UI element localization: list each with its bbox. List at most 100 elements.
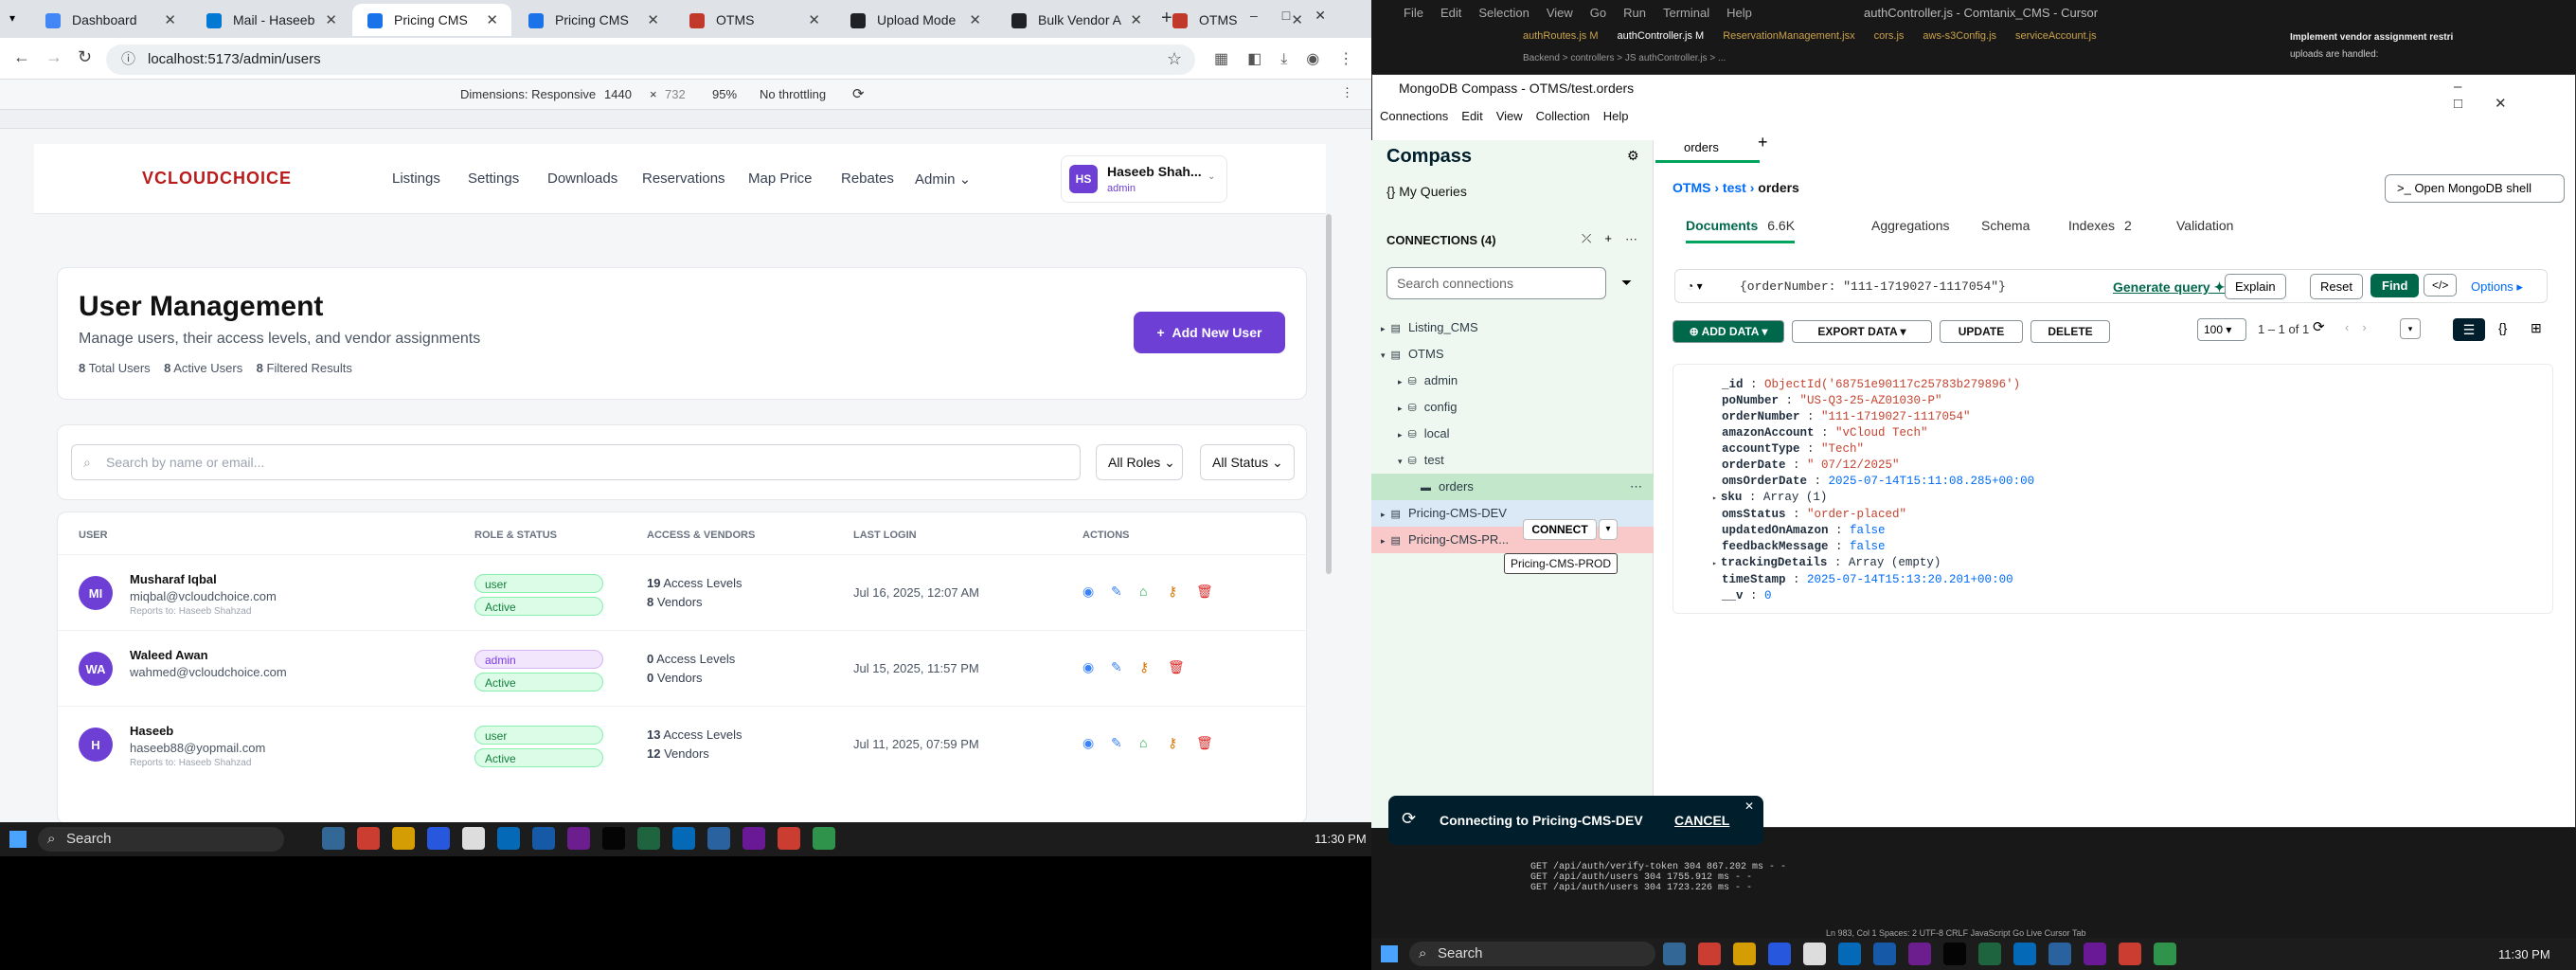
more-icon[interactable]: ⋯: [1630, 474, 1642, 500]
tab-close-icon[interactable]: ✕: [164, 11, 176, 28]
expand-caret-icon[interactable]: ▾: [1398, 457, 1403, 466]
taskbar-app-icon[interactable]: [322, 827, 345, 850]
tab-close-icon[interactable]: ✕: [325, 11, 337, 28]
page-scrollbar[interactable]: [1326, 214, 1332, 574]
browser-tab[interactable]: Upload Mode ✕: [835, 4, 994, 36]
document-field[interactable]: feedbackMessage : false: [1722, 539, 2034, 555]
open-shell-button[interactable]: >_ Open MongoDB shell: [2385, 174, 2565, 203]
document-field[interactable]: updatedOnAmazon : false: [1722, 523, 2034, 539]
table-view-icon[interactable]: ⊞: [2531, 320, 2542, 336]
options-toggle[interactable]: Options ▸: [2471, 279, 2523, 295]
subtab-indexes[interactable]: Indexes 2: [2068, 218, 2132, 241]
taskbar-app-icon[interactable]: [813, 827, 835, 850]
find-button[interactable]: Find: [2370, 274, 2420, 297]
taskbar-app-icon[interactable]: [2084, 943, 2106, 965]
browser-tab[interactable]: OTMS ✕: [1157, 4, 1316, 36]
query-input[interactable]: {orderNumber: "111-1719027-1117054"}: [1740, 279, 2006, 294]
compass-menu-item[interactable]: View: [1496, 109, 1523, 123]
taskbar-app-icon[interactable]: [742, 827, 765, 850]
table-row[interactable]: WA Waleed Awan wahmed@vcloudchoice.com admi…: [58, 630, 1308, 706]
user-menu[interactable]: HS Haseeb Shah... admin ⌄: [1061, 155, 1227, 203]
taskbar-app-icon[interactable]: [427, 827, 450, 850]
role-filter-select[interactable]: All Roles ⌄: [1096, 444, 1183, 480]
connection-tree-item[interactable]: ▸ ▤ Listing_CMS: [1371, 314, 1654, 341]
taskbar-app-icon[interactable]: [1943, 943, 1966, 965]
edit-icon[interactable]: ✎: [1111, 584, 1122, 600]
action-export-data[interactable]: EXPORT DATA ▾: [1792, 320, 1932, 343]
taskbar-app-icon[interactable]: [2013, 943, 2036, 965]
document-field[interactable]: poNumber : "US-Q3-25-AZ01030-P": [1722, 393, 2034, 409]
ide-file-tab[interactable]: cors.js: [1874, 30, 1905, 42]
taskbar-app-icon[interactable]: [1768, 943, 1791, 965]
key-icon[interactable]: ⚷: [1139, 659, 1149, 675]
extensions-icons[interactable]: ▦◧⤓◉⋮: [1214, 49, 1372, 68]
dims-select[interactable]: Dimensions: Responsive: [460, 87, 596, 101]
page-size-select[interactable]: 100 ▾: [2197, 318, 2246, 341]
explain-button[interactable]: Explain: [2225, 274, 2286, 299]
taskbar-app-icon[interactable]: [462, 827, 485, 850]
taskbar-app-icon[interactable]: [1803, 943, 1826, 965]
taskbar-app-icon[interactable]: [778, 827, 800, 850]
tab-close-icon[interactable]: ✕: [647, 11, 659, 28]
edit-icon[interactable]: ✎: [1111, 735, 1122, 751]
document-field[interactable]: ▸ trackingDetails : Array (empty): [1712, 555, 2034, 572]
compass-menu-item[interactable]: Help: [1603, 109, 1629, 123]
expand-caret-icon[interactable]: ▸: [1381, 536, 1386, 546]
action-add-data[interactable]: ⊕ ADD DATA ▾: [1673, 320, 1784, 343]
document-field[interactable]: orderDate : " 07/12/2025": [1722, 458, 2034, 474]
tag-icon[interactable]: ⌂: [1139, 735, 1147, 750]
tab-search-icon[interactable]: ▾: [9, 11, 15, 25]
back-icon[interactable]: ←: [13, 47, 30, 67]
browser-tab[interactable]: Bulk Vendor A ✕: [996, 4, 1155, 36]
taskbar-app-icon[interactable]: [2154, 943, 2176, 965]
bookmark-star-icon[interactable]: ☆: [1167, 49, 1182, 69]
key-icon[interactable]: ⚷: [1168, 735, 1177, 751]
tab-close-icon[interactable]: ✕: [808, 11, 820, 28]
key-icon[interactable]: ⚷: [1168, 584, 1177, 600]
ide-menu-item[interactable]: File: [1404, 6, 1423, 20]
settings-gear-icon[interactable]: ⚙: [1627, 148, 1639, 164]
action-delete[interactable]: DELETE: [2030, 320, 2110, 343]
code-view-icon[interactable]: </>: [2424, 274, 2458, 296]
document-field[interactable]: omsStatus : "order-placed": [1722, 507, 2034, 523]
action-update[interactable]: UPDATE: [1940, 320, 2023, 343]
subtab-documents[interactable]: Documents 6.6K: [1686, 218, 1796, 243]
document-field[interactable]: _id : ObjectId('68751e90117c25783b279896…: [1722, 377, 2034, 393]
table-row[interactable]: MI Musharaf Iqbal miqbal@vcloudchoice.com R…: [58, 554, 1308, 630]
ide-menu-item[interactable]: View: [1547, 6, 1573, 20]
height-input[interactable]: 732: [665, 87, 686, 101]
taskbar-app-icon[interactable]: [1733, 943, 1756, 965]
search-connections-input[interactable]: Search connections: [1386, 267, 1606, 299]
taskbar-app-icon[interactable]: [1908, 943, 1931, 965]
document-field[interactable]: timeStamp : 2025-07-14T15:13:20.201+00:0…: [1722, 572, 2034, 588]
zoom-select[interactable]: 95%: [712, 87, 737, 101]
subtab-aggregations[interactable]: Aggregations: [1871, 218, 1950, 241]
site-info-icon[interactable]: ⓘ: [121, 45, 135, 75]
nav-link-admin[interactable]: Admin ⌄: [915, 171, 971, 188]
expand-caret-icon[interactable]: ▾: [1381, 350, 1386, 360]
nav-link-map-price[interactable]: Map Price: [748, 171, 813, 187]
pager-icons[interactable]: ‹›: [2345, 320, 2380, 334]
nav-link-listings[interactable]: Listings: [392, 171, 440, 187]
subtab-validation[interactable]: Validation: [2176, 218, 2233, 241]
toast-close-icon[interactable]: ✕: [1744, 799, 1754, 813]
query-bar[interactable]: ◔ ▾ {orderNumber: "111-1719027-1117054"}…: [1674, 269, 2548, 303]
expand-caret-icon[interactable]: ▸: [1398, 404, 1403, 413]
connections-actions[interactable]: ⤫+⋯: [1582, 231, 1651, 246]
collapse-icon[interactable]: ▾: [2400, 318, 2421, 339]
connection-tree-item[interactable]: ▾ ▤ OTMS: [1371, 341, 1654, 368]
tab-close-icon[interactable]: ✕: [1291, 11, 1303, 28]
throttle-select[interactable]: No throttling: [760, 87, 826, 101]
taskbar-app-icon[interactable]: [532, 827, 555, 850]
tab-close-icon[interactable]: ✕: [969, 11, 981, 28]
document-field[interactable]: accountType : "Tech": [1722, 441, 2034, 458]
nav-link-downloads[interactable]: Downloads: [547, 171, 617, 187]
document-field[interactable]: ▸ sku : Array (1): [1712, 490, 2034, 507]
taskbar-app-icon[interactable]: [1838, 943, 1861, 965]
collection-tab[interactable]: orders: [1655, 129, 1760, 163]
reload-icon[interactable]: ↻: [78, 47, 92, 67]
browser-tab[interactable]: Pricing CMS ✕: [352, 4, 511, 36]
ide-file-tab[interactable]: ReservationManagement.jsx: [1723, 30, 1854, 42]
connection-tree-item[interactable]: ▸ ⛁ local: [1371, 421, 1654, 447]
document-field[interactable]: omsOrderDate : 2025-07-14T15:11:08.285+0…: [1722, 474, 2034, 490]
